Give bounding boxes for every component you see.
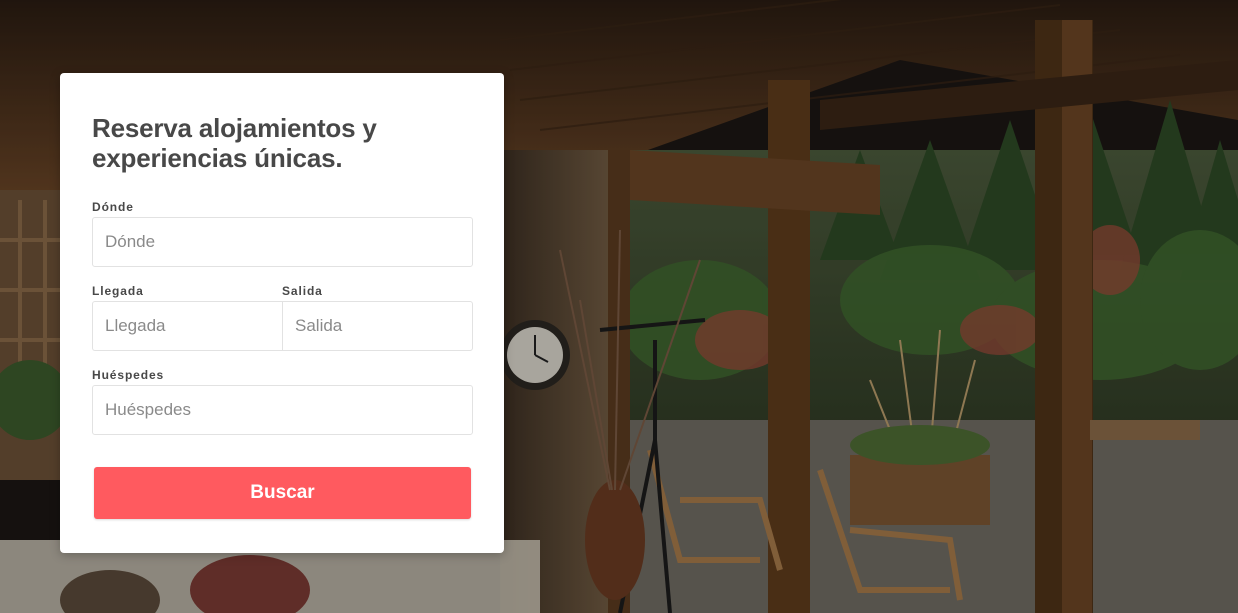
where-field-group: Dónde <box>92 200 473 267</box>
checkin-input[interactable] <box>92 301 282 351</box>
checkout-field-group: Salida <box>282 284 473 351</box>
booking-search-card: Reserva alojamientos y experiencias únic… <box>60 73 504 553</box>
card-title: Reserva alojamientos y experiencias únic… <box>92 113 377 173</box>
guests-field-group: Huéspedes <box>92 368 473 435</box>
guests-label: Huéspedes <box>92 368 165 382</box>
checkin-label: Llegada <box>92 284 144 298</box>
where-input[interactable] <box>92 217 473 267</box>
where-label: Dónde <box>92 200 134 214</box>
search-button[interactable]: Buscar <box>94 467 471 519</box>
dates-row: Llegada Salida <box>92 284 473 351</box>
checkout-input[interactable] <box>282 301 473 351</box>
checkout-label: Salida <box>282 284 323 298</box>
checkin-field-group: Llegada <box>92 284 282 351</box>
guests-input[interactable] <box>92 385 473 435</box>
